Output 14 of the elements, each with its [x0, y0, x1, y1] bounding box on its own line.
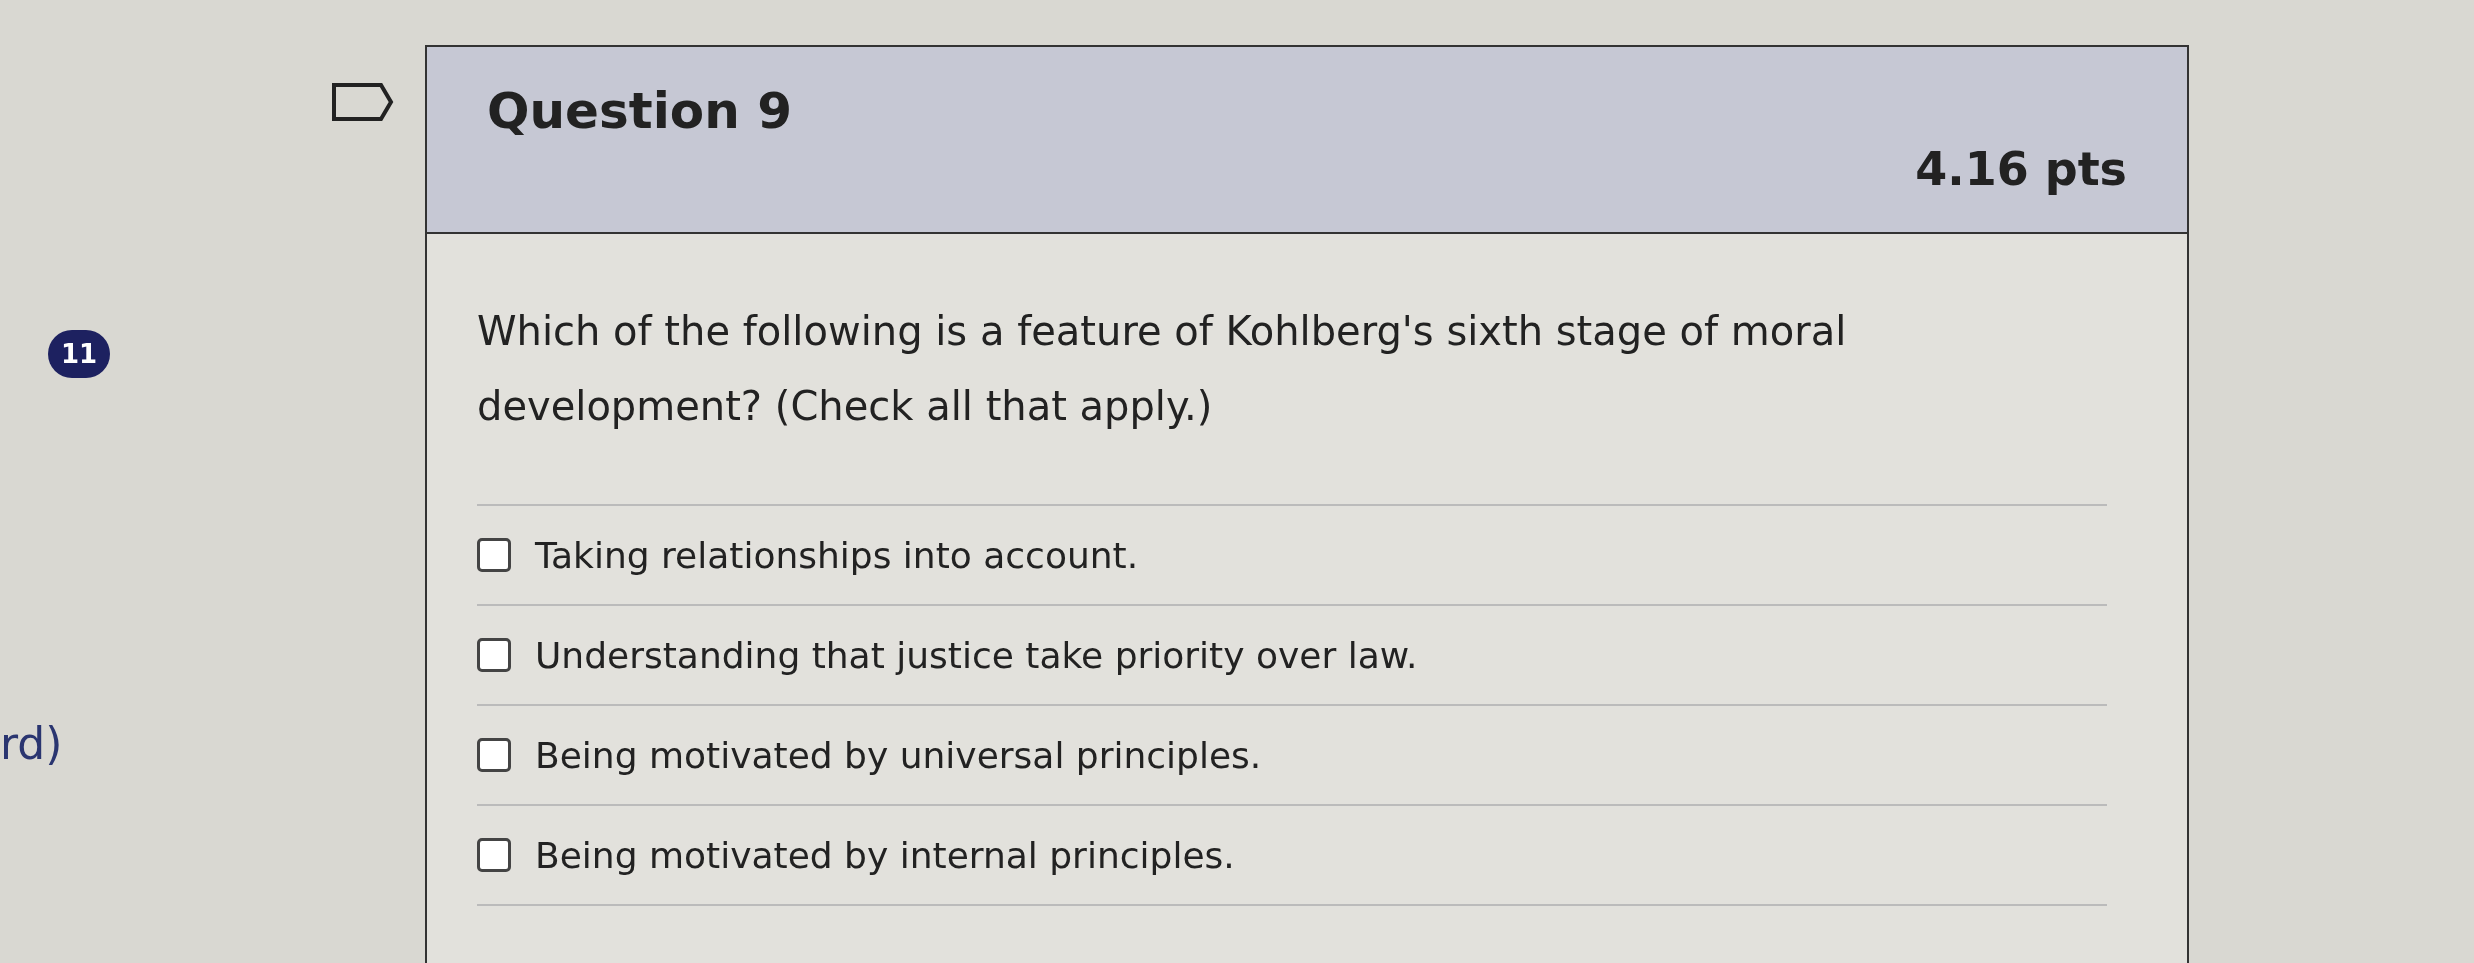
answer-option[interactable]: Understanding that justice take priority over law. — [477, 606, 2107, 706]
points-label: 4.16 pts — [1915, 141, 2127, 196]
count-badge: 11 — [48, 330, 110, 378]
answer-option[interactable]: Taking relationships into account. — [477, 506, 2107, 606]
question-title: Question 9 — [487, 81, 792, 142]
nav-label[interactable]: rd) — [0, 718, 60, 769]
answer-option[interactable]: Being motivated by universal principles. — [477, 706, 2107, 806]
checkbox[interactable] — [477, 538, 511, 572]
checkbox[interactable] — [477, 638, 511, 672]
checkbox[interactable] — [477, 838, 511, 872]
question-text: Which of the following is a feature of Kohlberg's sixth stage of moral development? (Check all that apply.) — [477, 307, 1848, 431]
checkbox[interactable] — [477, 738, 511, 772]
flag-icon[interactable] — [330, 82, 395, 122]
answer-option[interactable]: Being motivated by internal principles. — [477, 806, 2107, 906]
